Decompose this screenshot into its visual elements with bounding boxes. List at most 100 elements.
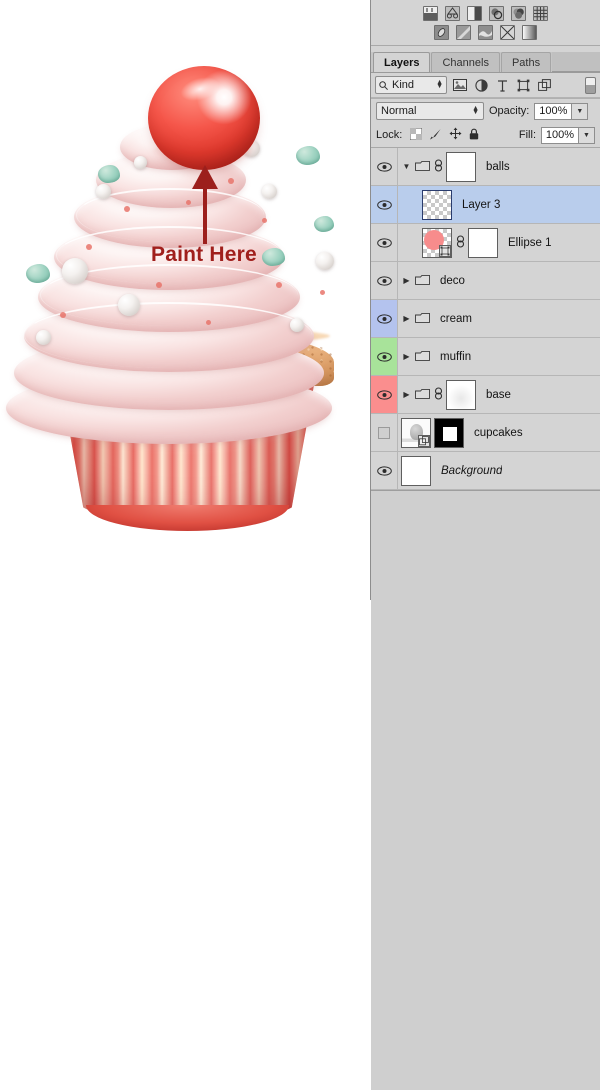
visibility-toggle-deco[interactable] [371, 262, 398, 299]
layer-name: cream [440, 312, 472, 325]
layer-row-cream[interactable]: ▶ cream [371, 300, 600, 338]
expand-triangle-right-icon[interactable]: ▶ [401, 276, 412, 285]
link-icon[interactable] [433, 386, 443, 403]
visibility-toggle-ellipse-1[interactable] [371, 224, 398, 261]
levels-icon[interactable] [445, 6, 460, 21]
blend-opacity-row: Normal ▲ ▼ Opacity: 100% ▼ [371, 99, 600, 123]
expand-triangle-right-icon[interactable]: ▶ [401, 390, 412, 399]
fill-control[interactable]: 100% ▼ [541, 126, 595, 144]
layer-row-ellipse-1[interactable]: Ellipse 1 [371, 224, 600, 262]
posterize-icon[interactable] [456, 25, 471, 40]
filter-pixel-icon[interactable] [452, 77, 468, 93]
tab-layers[interactable]: Layers [373, 52, 431, 72]
threshold-icon[interactable] [478, 25, 493, 40]
layer-row-balls[interactable]: ▼ balls [371, 148, 600, 186]
filter-toggle-switch[interactable] [585, 76, 596, 94]
blend-mode-select[interactable]: Normal ▲ ▼ [376, 102, 484, 120]
expand-triangle-right-icon[interactable]: ▶ [401, 314, 412, 323]
visibility-toggle-balls[interactable] [371, 148, 398, 185]
lock-all-icon[interactable] [469, 128, 479, 143]
layer-thumbnail[interactable] [401, 455, 431, 486]
lock-image-pixels-icon[interactable] [429, 128, 442, 143]
layer-body[interactable]: ▶ base [398, 376, 600, 413]
visibility-toggle-cream[interactable] [371, 300, 398, 337]
layer-body[interactable]: Ellipse 1 [398, 224, 600, 261]
eye-icon [376, 351, 392, 362]
layer-body[interactable]: ▶ cream [398, 300, 600, 337]
sprinkle-dot [86, 244, 92, 250]
tab-channels[interactable]: Channels [431, 52, 500, 72]
folder-icon [415, 312, 430, 325]
fill-input[interactable]: 100% [541, 126, 579, 144]
curves-icon[interactable] [467, 6, 482, 21]
layer-row-base[interactable]: ▶ base [371, 376, 600, 414]
pearl-bead [316, 252, 334, 270]
link-icon[interactable] [433, 158, 443, 175]
gradient-map-icon[interactable] [500, 25, 515, 40]
filter-shape-icon[interactable] [515, 77, 531, 93]
visibility-toggle-cupcakes[interactable] [371, 414, 398, 451]
lock-position-icon[interactable] [449, 127, 462, 143]
expand-triangle-down-icon[interactable]: ▼ [401, 162, 412, 171]
layer-thumbnail[interactable] [422, 227, 452, 258]
layer-body[interactable]: ▶ deco [398, 262, 600, 299]
filter-kind-select[interactable]: Kind ▲ ▼ [375, 76, 447, 94]
filter-smart-object-icon[interactable] [536, 77, 552, 93]
fill-dropdown-icon[interactable]: ▼ [579, 126, 595, 144]
layer-row-muffin[interactable]: ▶ muffin [371, 338, 600, 376]
layer-body[interactable]: ▼ balls [398, 148, 600, 185]
visibility-toggle-base[interactable] [371, 376, 398, 413]
layer-body[interactable]: cupcakes [398, 414, 600, 451]
opacity-control[interactable]: 100% ▼ [534, 102, 589, 120]
sprinkle-dot [262, 218, 267, 223]
visibility-toggle-background[interactable] [371, 452, 398, 489]
invert-icon[interactable] [434, 25, 449, 40]
layer-row-layer-3[interactable]: Layer 3 [371, 186, 600, 224]
sprinkle-dot [206, 320, 211, 325]
layer-body[interactable]: Layer 3 [398, 186, 600, 223]
layer-mask-thumbnail[interactable] [446, 151, 476, 182]
filter-type-icon[interactable] [494, 77, 510, 93]
expand-triangle-right-icon[interactable]: ▶ [401, 352, 412, 361]
layer-body[interactable]: Background [398, 452, 600, 489]
leaf-decoration [26, 264, 50, 283]
layers-list: ▼ balls Layer 3 Ellipse 1 ▶ deco ▶ cream… [371, 147, 600, 490]
link-icon[interactable] [455, 234, 465, 251]
hue-saturation-icon[interactable] [533, 6, 548, 21]
sprinkle-dot [276, 282, 282, 288]
opacity-input[interactable]: 100% [534, 102, 573, 120]
vibrance-icon[interactable] [511, 6, 526, 21]
opacity-dropdown-icon[interactable]: ▼ [572, 102, 589, 120]
brightness-contrast-icon[interactable] [423, 6, 438, 21]
folder-icon [415, 388, 430, 401]
lock-transparent-pixels-icon[interactable] [409, 127, 423, 143]
layer-mask-thumbnail[interactable] [434, 417, 464, 448]
lock-fill-row: Lock: Fill: 100% ▼ [371, 123, 600, 147]
eye-icon [376, 465, 392, 476]
folder-icon [415, 350, 430, 363]
layer-thumbnail[interactable] [401, 417, 431, 448]
layer-mask-thumbnail[interactable] [446, 379, 476, 410]
tab-paths[interactable]: Paths [500, 52, 552, 72]
visibility-toggle-layer-3[interactable] [371, 186, 398, 223]
leaf-decoration [296, 146, 320, 165]
layer-row-cupcakes[interactable]: cupcakes [371, 414, 600, 452]
filter-adjustment-icon[interactable] [473, 77, 489, 93]
layers-panel: Layers Channels Paths Kind ▲ ▼ Normal ▲ … [370, 0, 600, 1090]
sprinkle-dot [228, 178, 234, 184]
paint-here-label: Paint Here [151, 243, 257, 266]
layer-filter-bar: Kind ▲ ▼ [371, 73, 600, 98]
eye-icon [376, 237, 392, 248]
visibility-toggle-muffin[interactable] [371, 338, 398, 375]
layer-thumbnail[interactable] [422, 189, 452, 220]
selective-color-icon[interactable] [522, 25, 537, 40]
layer-row-deco[interactable]: ▶ deco [371, 262, 600, 300]
lock-label: Lock: [376, 129, 403, 141]
layer-mask-thumbnail[interactable] [468, 227, 498, 258]
document-canvas[interactable]: Paint Here [0, 0, 370, 600]
chevron-updown-icon[interactable]: ▲ ▼ [472, 105, 479, 116]
chevron-updown-icon[interactable]: ▲ ▼ [436, 79, 443, 90]
layer-body[interactable]: ▶ muffin [398, 338, 600, 375]
layer-row-background[interactable]: Background [371, 452, 600, 490]
exposure-icon[interactable] [489, 6, 504, 21]
